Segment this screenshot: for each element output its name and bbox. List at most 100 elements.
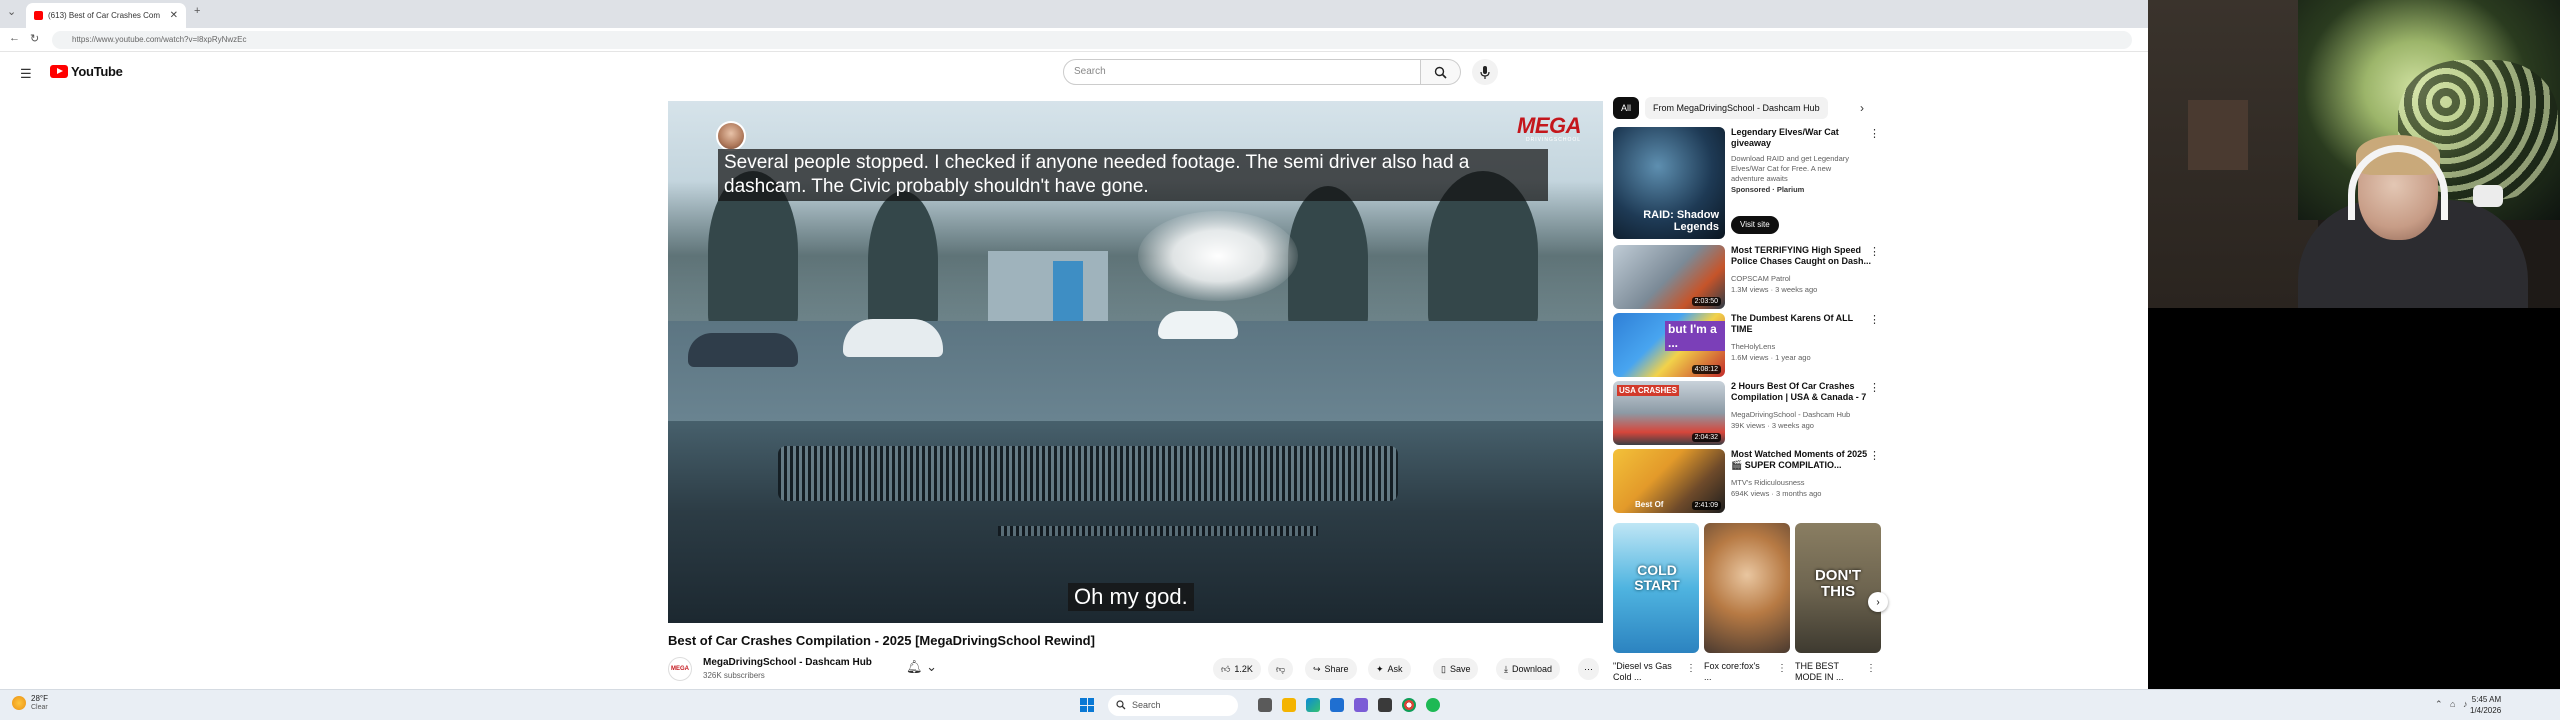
recommendation-item[interactable]: Best Of 2:41:09 Most Watched Moments of … bbox=[1613, 449, 1883, 513]
rec-channel[interactable]: MTV's Ridiculousness bbox=[1731, 478, 1881, 487]
rec-channel[interactable]: COPSCAM Patrol bbox=[1731, 274, 1881, 283]
video-frame-white-car bbox=[843, 319, 943, 357]
voice-search-button[interactable] bbox=[1472, 59, 1498, 85]
back-icon[interactable]: ← bbox=[9, 32, 20, 44]
rec-thumbnail[interactable]: Best Of 2:41:09 bbox=[1613, 449, 1725, 513]
rec-channel[interactable]: MegaDrivingSchool - Dashcam Hub bbox=[1731, 410, 1881, 419]
search-input[interactable]: Search bbox=[1063, 59, 1421, 85]
rec-title[interactable]: Legendary Elves/War Cat giveaway bbox=[1731, 127, 1876, 149]
taskbar-clock[interactable]: 5:45 AM 1/4/2026 bbox=[2470, 694, 2501, 716]
sun-icon bbox=[12, 696, 26, 710]
task-view-icon[interactable] bbox=[1258, 698, 1272, 712]
share-button[interactable]: ↪ Share bbox=[1305, 658, 1357, 680]
youtube-favicon-icon bbox=[34, 11, 43, 20]
short-thumbnail[interactable] bbox=[1704, 523, 1790, 653]
short-title[interactable]: "Diesel vs Gas Cold ... bbox=[1613, 661, 1673, 683]
channel-name[interactable]: MegaDrivingSchool - Dashcam Hub bbox=[703, 657, 872, 668]
notification-bell-icon[interactable]: 🔔︎ ⌄ bbox=[906, 659, 937, 675]
share-label: Share bbox=[1324, 664, 1349, 674]
recommendation-item[interactable]: USA CRASHES 2:04:32 2 Hours Best Of Car … bbox=[1613, 381, 1883, 445]
video-title: Best of Car Crashes Compilation - 2025 [… bbox=[668, 633, 1095, 648]
rec-thumbnail-text: USA CRASHES bbox=[1617, 385, 1679, 396]
more-vert-icon[interactable]: ⋮ bbox=[1869, 449, 1880, 462]
more-vert-icon[interactable]: ⋮ bbox=[1866, 663, 1876, 674]
download-button[interactable]: ⤓ Download bbox=[1496, 658, 1561, 680]
like-button[interactable]: 👍︎ 1.2K bbox=[1213, 658, 1261, 680]
short-thumbnail-text: DON'T THIS bbox=[1814, 567, 1862, 600]
ad-thumbnail-text: RAID: Shadow Legends bbox=[1643, 209, 1719, 233]
recommendation-item[interactable]: but I'm a ... 4:08:12 The Dumbest Karens… bbox=[1613, 313, 1883, 377]
close-tab-icon[interactable]: ✕ bbox=[170, 10, 178, 21]
chrome-icon[interactable] bbox=[1402, 698, 1416, 712]
rec-thumbnail[interactable]: 2:03:50 bbox=[1613, 245, 1725, 309]
shorts-next-icon[interactable]: › bbox=[1868, 592, 1888, 612]
search-button[interactable] bbox=[1421, 59, 1461, 85]
reload-icon[interactable]: ↻ bbox=[30, 32, 39, 45]
recommendation-item[interactable]: 2:03:50 Most TERRIFYING High Speed Polic… bbox=[1613, 245, 1883, 309]
short-title[interactable]: THE BEST MODE IN ... bbox=[1795, 661, 1865, 683]
more-vert-icon[interactable]: ⋮ bbox=[1777, 663, 1787, 674]
video-player[interactable]: MEGA DRIVINGSCHOOL Several people stoppe… bbox=[668, 101, 1603, 623]
youtube-masthead: ☰ YouTube Search bbox=[0, 52, 2148, 92]
chip-from-channel[interactable]: From MegaDrivingSchool - Dashcam Hub bbox=[1645, 97, 1828, 119]
more-vert-icon[interactable]: ⋮ bbox=[1869, 313, 1880, 326]
rec-title[interactable]: Most TERRIFYING High Speed Police Chases… bbox=[1731, 245, 1876, 267]
more-vert-icon[interactable]: ⋮ bbox=[1869, 381, 1880, 394]
menu-icon[interactable]: ☰ bbox=[20, 66, 32, 82]
rec-thumbnail[interactable]: but I'm a ... 4:08:12 bbox=[1613, 313, 1725, 377]
more-icon: ⋯ bbox=[1584, 663, 1593, 674]
chips-next-icon[interactable]: › bbox=[1860, 101, 1864, 115]
save-button[interactable]: ▯ Save bbox=[1433, 658, 1479, 680]
youtube-logo[interactable]: YouTube bbox=[50, 64, 123, 79]
weather-temp: 28°F bbox=[31, 694, 48, 703]
tray-chevron-icon[interactable]: ⌃ bbox=[2435, 699, 2443, 710]
browser-window: ⌄ (613) Best of Car Crashes Com ✕ + ← ↻ … bbox=[0, 0, 2148, 689]
more-vert-icon[interactable]: ⋮ bbox=[1869, 245, 1880, 258]
rec-channel[interactable]: TheHolyLens bbox=[1731, 342, 1881, 351]
webcam-wall-poster bbox=[2188, 100, 2248, 170]
volume-icon[interactable]: ♪ bbox=[2463, 699, 2468, 709]
rec-title[interactable]: Most Watched Moments of 2025 🎬 SUPER COM… bbox=[1731, 449, 1876, 471]
video-frame-vent bbox=[998, 526, 1318, 536]
taskbar-search[interactable]: Search bbox=[1108, 695, 1238, 716]
chip-all[interactable]: All bbox=[1613, 97, 1640, 119]
more-vert-icon[interactable]: ⋮ bbox=[1869, 127, 1880, 140]
weather-widget[interactable]: 28°F Clear bbox=[12, 694, 48, 712]
short-title[interactable]: Fox core:fox's ... bbox=[1704, 661, 1764, 683]
sponsored-label: Sponsored · Plarium bbox=[1731, 185, 1805, 194]
ask-button[interactable]: ✦ Ask bbox=[1368, 658, 1411, 680]
spotify-icon[interactable] bbox=[1426, 698, 1440, 712]
obs-icon[interactable] bbox=[1378, 698, 1392, 712]
more-vert-icon[interactable]: ⋮ bbox=[1686, 663, 1696, 674]
store-icon[interactable] bbox=[1330, 698, 1344, 712]
short-thumbnail[interactable]: COLD START bbox=[1613, 523, 1699, 653]
video-frame-tree bbox=[868, 191, 938, 331]
channel-row: MEGA MegaDrivingSchool - Dashcam Hub 326… bbox=[668, 654, 1603, 684]
tab-search-icon[interactable]: ⌄ bbox=[7, 5, 16, 18]
rec-title[interactable]: The Dumbest Karens Of ALL TIME bbox=[1731, 313, 1876, 335]
browser-tab-youtube[interactable]: (613) Best of Car Crashes Com ✕ bbox=[26, 3, 186, 28]
rec-title[interactable]: 2 Hours Best Of Car Crashes Compilation … bbox=[1731, 381, 1876, 403]
network-icon[interactable]: ⌂ bbox=[2450, 699, 2455, 709]
thumbs-up-icon: 👍︎ bbox=[1221, 663, 1231, 674]
bookmark-icon: ▯ bbox=[1441, 663, 1446, 674]
discord-icon[interactable] bbox=[1354, 698, 1368, 712]
url-field[interactable]: https://www.youtube.com/watch?v=l8xpRyNw… bbox=[52, 31, 2132, 49]
edge-browser-icon[interactable] bbox=[1306, 698, 1320, 712]
new-tab-icon[interactable]: + bbox=[194, 5, 200, 17]
more-actions-button[interactable]: ⋯ bbox=[1578, 658, 1599, 680]
channel-avatar[interactable]: MEGA bbox=[668, 657, 692, 681]
dislike-button[interactable]: 👎︎ bbox=[1268, 658, 1294, 680]
video-frame-white-car bbox=[1158, 311, 1238, 339]
short-thumbnail[interactable]: DON'T THIS bbox=[1795, 523, 1881, 653]
windows-start-icon[interactable] bbox=[1080, 698, 1094, 712]
rec-duration: 2:04:32 bbox=[1691, 433, 1721, 442]
rec-thumbnail-text: Best Of bbox=[1635, 500, 1664, 509]
visit-site-button[interactable]: Visit site bbox=[1731, 216, 1779, 234]
rec-thumbnail[interactable]: USA CRASHES 2:04:32 bbox=[1613, 381, 1725, 445]
rec-stats: 1.3M views · 3 weeks ago bbox=[1731, 285, 1818, 294]
ad-thumbnail[interactable]: RAID: Shadow Legends bbox=[1613, 127, 1725, 239]
file-explorer-icon[interactable] bbox=[1282, 698, 1296, 712]
mega-watermark: MEGA DRIVINGSCHOOL bbox=[1517, 115, 1582, 144]
thumbs-down-icon: 👎︎ bbox=[1276, 663, 1286, 674]
